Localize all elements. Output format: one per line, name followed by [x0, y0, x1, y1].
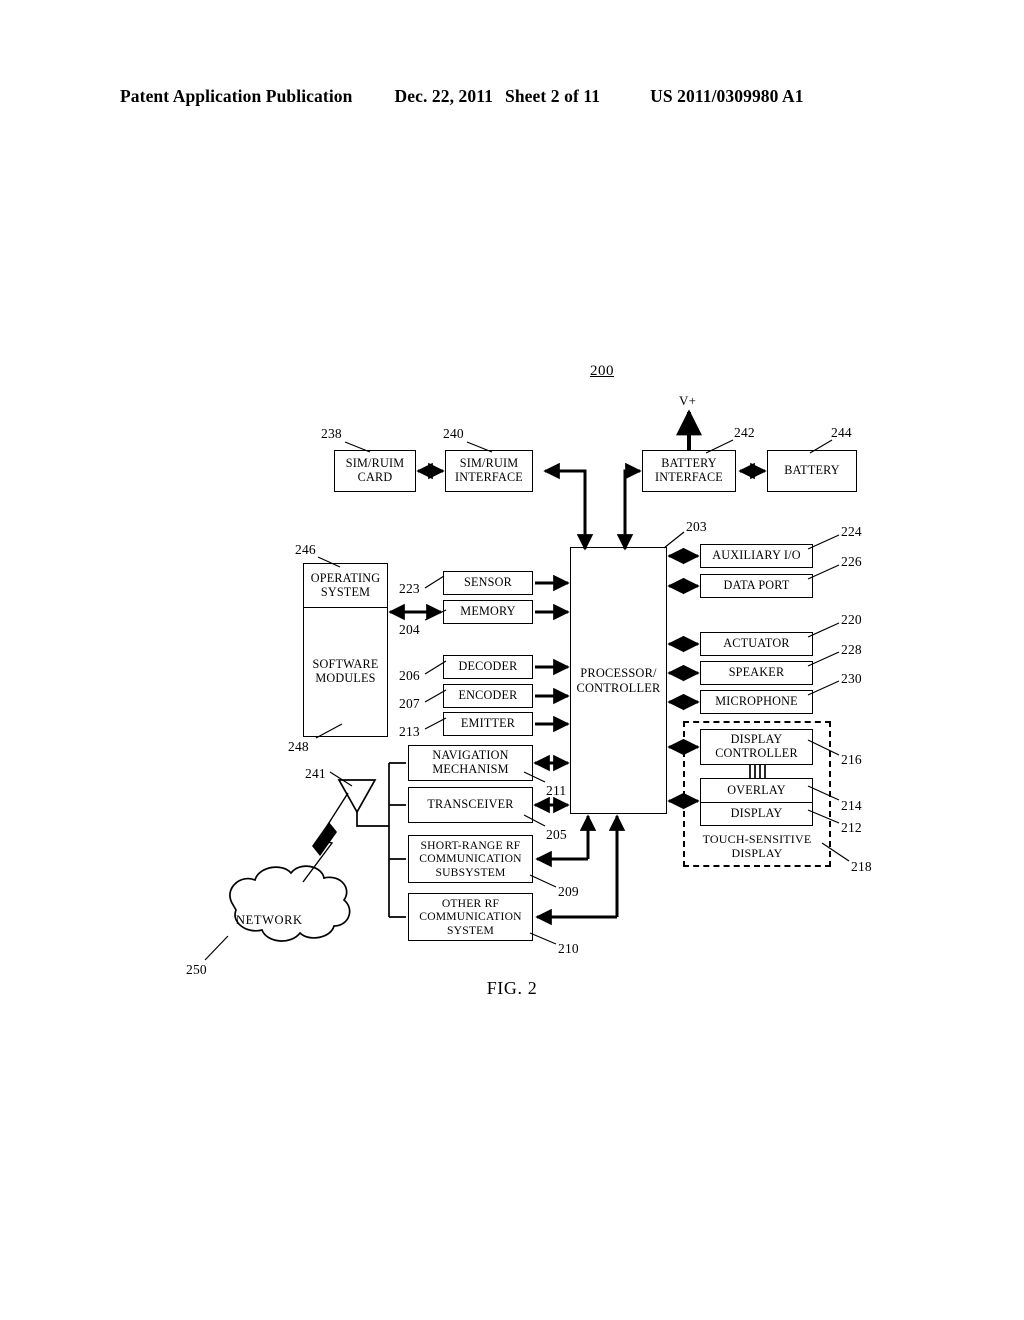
ref-246: 246: [295, 542, 316, 557]
header-sheet: Sheet 2 of 11: [504, 86, 601, 106]
block-battery-label: BATTERY: [784, 463, 840, 478]
ref-211: 211: [546, 783, 567, 798]
block-sim-ruim-card-label: SIM/RUIM CARD: [345, 456, 405, 484]
ref-216: 216: [841, 752, 862, 767]
header-date: Dec. 22, 2011: [394, 86, 493, 106]
block-speaker-label: SPEAKER: [728, 665, 785, 680]
ref-242: 242: [734, 425, 755, 440]
group-touch-sensitive-display-label: TOUCH-SENSITIVE DISPLAY: [702, 832, 812, 861]
ref-206: 206: [399, 668, 420, 683]
block-transceiver: TRANSCEIVER: [408, 787, 533, 823]
ref-210: 210: [558, 941, 579, 956]
ref-244: 244: [831, 425, 852, 440]
block-sim-ruim-card: SIM/RUIM CARD: [334, 450, 416, 492]
ref-207: 207: [399, 696, 420, 711]
ref-213: 213: [399, 724, 420, 739]
block-sim-ruim-interface: SIM/RUIM INTERFACE: [445, 450, 533, 492]
ref-212: 212: [841, 820, 862, 835]
patent-figure-page: Patent Application Publication Dec. 22, …: [0, 0, 1024, 1320]
block-sim-ruim-interface-label: SIM/RUIM INTERFACE: [455, 456, 523, 484]
block-sensor: SENSOR: [443, 571, 533, 595]
block-auxiliary-io: AUXILIARY I/O: [700, 544, 813, 568]
ref-230: 230: [841, 671, 862, 686]
header-patent-number: US 2011/0309980 A1: [650, 86, 804, 106]
block-display-controller-label: DISPLAY CONTROLLER: [715, 732, 798, 760]
ref-241: 241: [305, 766, 326, 781]
figure-caption: FIG. 2: [486, 978, 538, 998]
block-actuator: ACTUATOR: [700, 632, 813, 656]
block-overlay-label: OVERLAY: [727, 782, 786, 797]
block-display-controller: DISPLAY CONTROLLER: [700, 729, 813, 765]
block-battery: BATTERY: [767, 450, 857, 492]
block-software-modules: SOFTWARE MODULES: [303, 607, 388, 737]
block-decoder-label: DECODER: [458, 659, 518, 674]
ref-226: 226: [841, 554, 862, 569]
block-decoder: DECODER: [443, 655, 533, 679]
block-operating-system: OPERATING SYSTEM: [303, 563, 388, 607]
ref-228: 228: [841, 642, 862, 657]
block-emitter: EMITTER: [443, 712, 533, 736]
block-other-rf: OTHER RF COMMUNICATION SYSTEM: [408, 893, 533, 941]
block-display: DISPLAY: [700, 802, 813, 826]
ref-238: 238: [321, 426, 342, 441]
block-microphone-label: MICROPHONE: [715, 694, 798, 709]
block-processor-controller: PROCESSOR/ CONTROLLER: [570, 547, 667, 814]
block-battery-interface: BATTERY INTERFACE: [642, 450, 736, 492]
block-overlay: OVERLAY: [700, 778, 813, 802]
ref-204: 204: [399, 622, 420, 637]
system-reference-200: 200: [590, 363, 614, 379]
block-auxiliary-io-label: AUXILIARY I/O: [712, 548, 801, 563]
block-memory-label: MEMORY: [460, 604, 516, 619]
ref-220: 220: [841, 612, 862, 627]
block-battery-interface-label: BATTERY INTERFACE: [655, 456, 723, 484]
block-navigation-mechanism: NAVIGATION MECHANISM: [408, 745, 533, 781]
publication-header: Patent Application Publication Dec. 22, …: [120, 86, 910, 112]
ref-218: 218: [851, 859, 872, 874]
ref-250: 250: [186, 962, 207, 977]
block-data-port-label: DATA PORT: [723, 578, 790, 593]
block-encoder: ENCODER: [443, 684, 533, 708]
block-sensor-label: SENSOR: [464, 575, 512, 590]
block-processor-controller-label: PROCESSOR/ CONTROLLER: [576, 666, 661, 695]
block-transceiver-label: TRANSCEIVER: [427, 797, 514, 812]
block-microphone: MICROPHONE: [700, 690, 813, 714]
block-navigation-mechanism-label: NAVIGATION MECHANISM: [432, 748, 509, 776]
ref-240: 240: [443, 426, 464, 441]
block-actuator-label: ACTUATOR: [723, 636, 790, 651]
block-speaker: SPEAKER: [700, 661, 813, 685]
ref-223: 223: [399, 581, 420, 596]
block-encoder-label: ENCODER: [458, 688, 518, 703]
block-operating-system-label: OPERATING SYSTEM: [310, 570, 381, 599]
ref-248: 248: [288, 739, 309, 754]
ref-205: 205: [546, 827, 567, 842]
power-label-vplus: V+: [679, 393, 697, 408]
block-short-range-rf-label: SHORT-RANGE RF COMMUNICATION SUBSYSTEM: [419, 839, 522, 879]
block-data-port: DATA PORT: [700, 574, 813, 598]
ref-203: 203: [686, 519, 707, 534]
ref-209: 209: [558, 884, 579, 899]
block-display-label: DISPLAY: [730, 806, 783, 821]
block-memory: MEMORY: [443, 600, 533, 624]
network-cloud-label: NETWORK: [236, 913, 303, 927]
block-other-rf-label: OTHER RF COMMUNICATION SYSTEM: [419, 897, 522, 937]
block-emitter-label: EMITTER: [460, 716, 516, 731]
header-publication: Patent Application Publication: [120, 86, 353, 106]
ref-214: 214: [841, 798, 862, 813]
ref-224: 224: [841, 524, 862, 539]
block-software-modules-label: SOFTWARE MODULES: [312, 657, 379, 685]
block-short-range-rf: SHORT-RANGE RF COMMUNICATION SUBSYSTEM: [408, 835, 533, 883]
